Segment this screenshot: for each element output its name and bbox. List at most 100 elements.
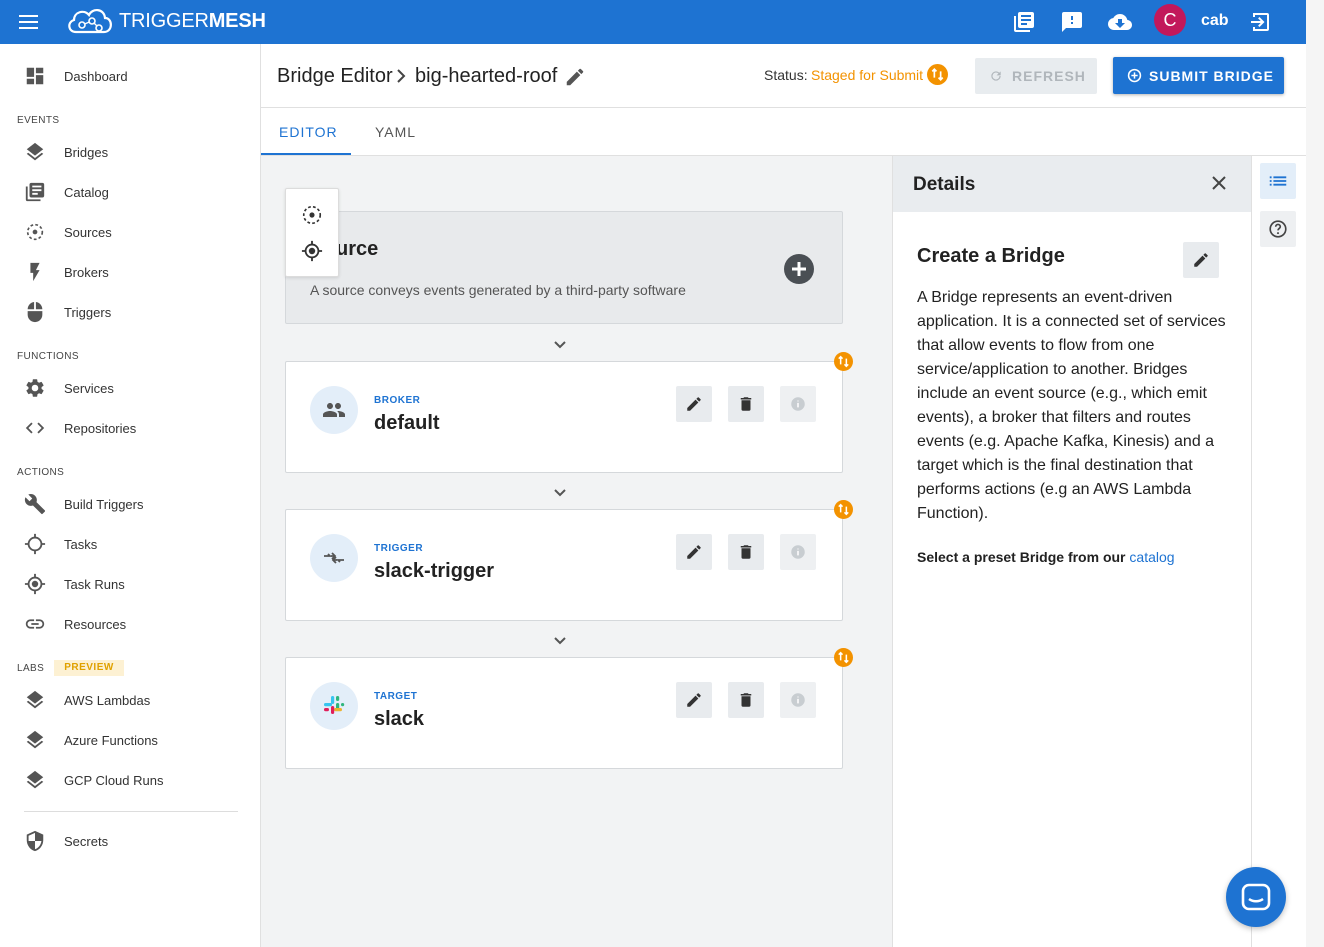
source-icon — [24, 221, 46, 243]
crosshair-icon — [24, 533, 46, 555]
sidebar-item-label: Services — [64, 381, 114, 396]
info-button[interactable] — [780, 534, 816, 570]
delete-button[interactable] — [728, 534, 764, 570]
source-description: A source conveys events generated by a t… — [310, 282, 686, 298]
edit-button[interactable] — [676, 534, 712, 570]
editor-tabs: EDITOR YAML — [261, 108, 1306, 156]
edit-button[interactable] — [676, 386, 712, 422]
submit-bridge-button[interactable]: SUBMIT BRIDGE — [1113, 57, 1284, 94]
sidebar-item-label: Azure Functions — [64, 733, 158, 748]
sidebar-item-resources[interactable]: Resources — [0, 605, 260, 645]
sidebar-divider — [24, 811, 238, 812]
bolt-icon — [24, 261, 46, 283]
canvas-toolbar — [285, 188, 339, 277]
window-scrollbar[interactable] — [1306, 0, 1324, 947]
sidebar-item-services[interactable]: Services — [0, 369, 260, 409]
catalog-prompt: Select a preset Bridge from our catalog — [917, 549, 1175, 565]
logout-icon[interactable] — [1248, 10, 1272, 34]
help-icon[interactable] — [1260, 211, 1296, 247]
edit-button[interactable] — [676, 682, 712, 718]
code-icon — [24, 417, 46, 439]
cloud-download-icon[interactable] — [1108, 10, 1132, 34]
docs-icon[interactable] — [1012, 10, 1036, 34]
sidebar-item-triggers[interactable]: Triggers — [0, 293, 260, 333]
sidebar-item-task-runs[interactable]: Task Runs — [0, 565, 260, 605]
catalog-link[interactable]: catalog — [1129, 549, 1174, 565]
card-name: slack — [374, 708, 425, 730]
section-label-actions: ACTIONS — [17, 467, 65, 478]
right-rail — [1251, 156, 1306, 947]
catalog-icon — [24, 181, 46, 203]
sidebar-item-label: Build Triggers — [64, 497, 144, 512]
info-button[interactable] — [780, 682, 816, 718]
sidebar-item-build-triggers[interactable]: Build Triggers — [0, 485, 260, 525]
feedback-icon[interactable] — [1060, 10, 1084, 34]
source-card[interactable]: urce A source conveys events generated b… — [285, 211, 843, 324]
chevron-down-icon — [552, 487, 568, 499]
sidebar-item-label: Brokers — [64, 265, 109, 280]
submit-label: SUBMIT BRIDGE — [1149, 68, 1274, 84]
sidebar-item-bridges[interactable]: Bridges — [0, 133, 260, 173]
chat-icon — [1241, 883, 1271, 911]
sidebar-item-azure-functions[interactable]: Azure Functions — [0, 721, 260, 761]
details-header: Details — [893, 156, 1251, 212]
layers-icon — [24, 729, 46, 751]
status-value: Staged for Submit — [811, 67, 924, 83]
section-label-functions: FUNCTIONS — [17, 351, 79, 362]
sidebar-item-repositories[interactable]: Repositories — [0, 409, 260, 449]
list-view-icon[interactable] — [1260, 163, 1296, 199]
card-type: BROKER — [374, 395, 421, 406]
sidebar-item-dashboard[interactable]: Dashboard — [0, 57, 260, 97]
sidebar-item-label: Dashboard — [64, 69, 128, 84]
broker-card[interactable]: BROKER default — [285, 352, 853, 473]
sidebar-item-label: Bridges — [64, 145, 109, 160]
trigger-card[interactable]: TRIGGER slack-trigger — [285, 500, 853, 621]
sidebar-item-secrets[interactable]: Secrets — [0, 822, 260, 862]
layers-icon — [24, 141, 46, 163]
refresh-button[interactable]: REFRESH — [975, 58, 1097, 94]
sync-status-icon — [834, 352, 853, 371]
close-icon[interactable] — [1209, 173, 1229, 193]
source-icon[interactable] — [301, 204, 323, 226]
pencil-icon[interactable] — [564, 66, 586, 88]
layers-icon — [24, 769, 46, 791]
target-card[interactable]: TARGET slack — [285, 648, 853, 769]
card-name: slack-trigger — [374, 560, 495, 582]
menu-icon[interactable] — [19, 12, 39, 32]
shield-icon — [24, 830, 46, 852]
sidebar-item-sources[interactable]: Sources — [0, 213, 260, 253]
sidebar-item-brokers[interactable]: Brokers — [0, 253, 260, 293]
sidebar-item-label: Resources — [64, 617, 127, 632]
target-icon[interactable] — [301, 240, 323, 262]
delete-button[interactable] — [728, 682, 764, 718]
page-header: Bridge Editor big-hearted-roof Status: S… — [261, 44, 1306, 108]
section-label-events: EVENTS — [17, 115, 60, 126]
sidebar-item-label: Triggers — [64, 305, 112, 320]
delete-button[interactable] — [728, 386, 764, 422]
refresh-icon — [989, 69, 1003, 83]
add-source-icon[interactable] — [784, 254, 814, 284]
avatar[interactable]: C — [1154, 4, 1186, 36]
edit-details-button[interactable] — [1183, 242, 1219, 278]
top-app-bar: TRIGGERMESH C cab — [0, 0, 1306, 44]
tab-yaml[interactable]: YAML — [375, 124, 416, 140]
sidebar-item-aws-lambdas[interactable]: AWS Lambdas — [0, 681, 260, 721]
tab-editor[interactable]: EDITOR — [279, 124, 338, 140]
info-button[interactable] — [780, 386, 816, 422]
cloud-logo-icon — [64, 4, 116, 38]
sidebar-item-label: GCP Cloud Runs — [64, 773, 164, 788]
section-label-labs: LABS — [17, 663, 45, 674]
link-icon — [24, 613, 46, 635]
details-panel: Details Create a Bridge A Bridge represe… — [892, 156, 1251, 947]
active-tab-indicator — [261, 153, 351, 155]
sidebar-item-label: Secrets — [64, 834, 109, 849]
card-type: TRIGGER — [374, 543, 424, 554]
sidebar-item-gcp-cloud-runs[interactable]: GCP Cloud Runs — [0, 761, 260, 801]
sidebar-item-tasks[interactable]: Tasks — [0, 525, 260, 565]
sidebar-item-catalog[interactable]: Catalog — [0, 173, 260, 213]
user-name[interactable]: cab — [1201, 12, 1229, 30]
card-type: TARGET — [374, 691, 418, 702]
details-heading: Create a Bridge — [917, 245, 1065, 267]
chat-launcher-button[interactable] — [1226, 867, 1286, 927]
breadcrumb-root[interactable]: Bridge Editor — [277, 65, 393, 88]
